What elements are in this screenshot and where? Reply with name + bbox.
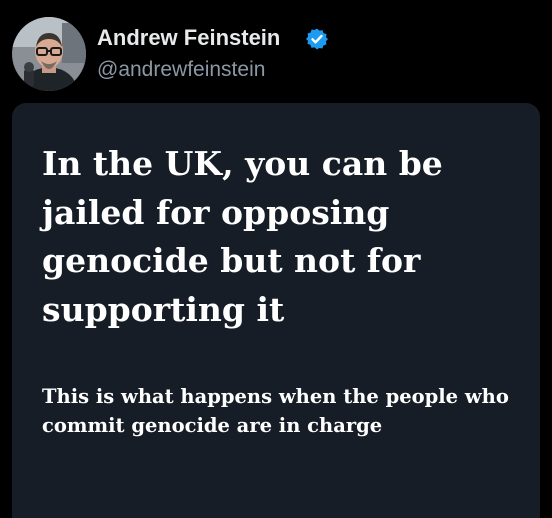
verified-badge-icon — [306, 28, 328, 50]
author-display-name[interactable]: Andrew Feinstein — [97, 25, 280, 51]
image-card[interactable]: In the UK, you can be jailed for opposin… — [12, 103, 540, 518]
clipped-text-fragment: · · · — [238, 0, 308, 4]
card-headline: In the UK, you can be jailed for opposin… — [42, 144, 443, 329]
card-subline: This is what happens when the people who… — [42, 385, 509, 437]
avatar[interactable] — [12, 17, 86, 91]
author-handle[interactable]: @andrewfeinstein — [97, 57, 265, 83]
avatar-photo-icon — [12, 17, 86, 91]
tweet-author-header: Andrew Feinstein @andrewfeinstein — [12, 17, 542, 93]
